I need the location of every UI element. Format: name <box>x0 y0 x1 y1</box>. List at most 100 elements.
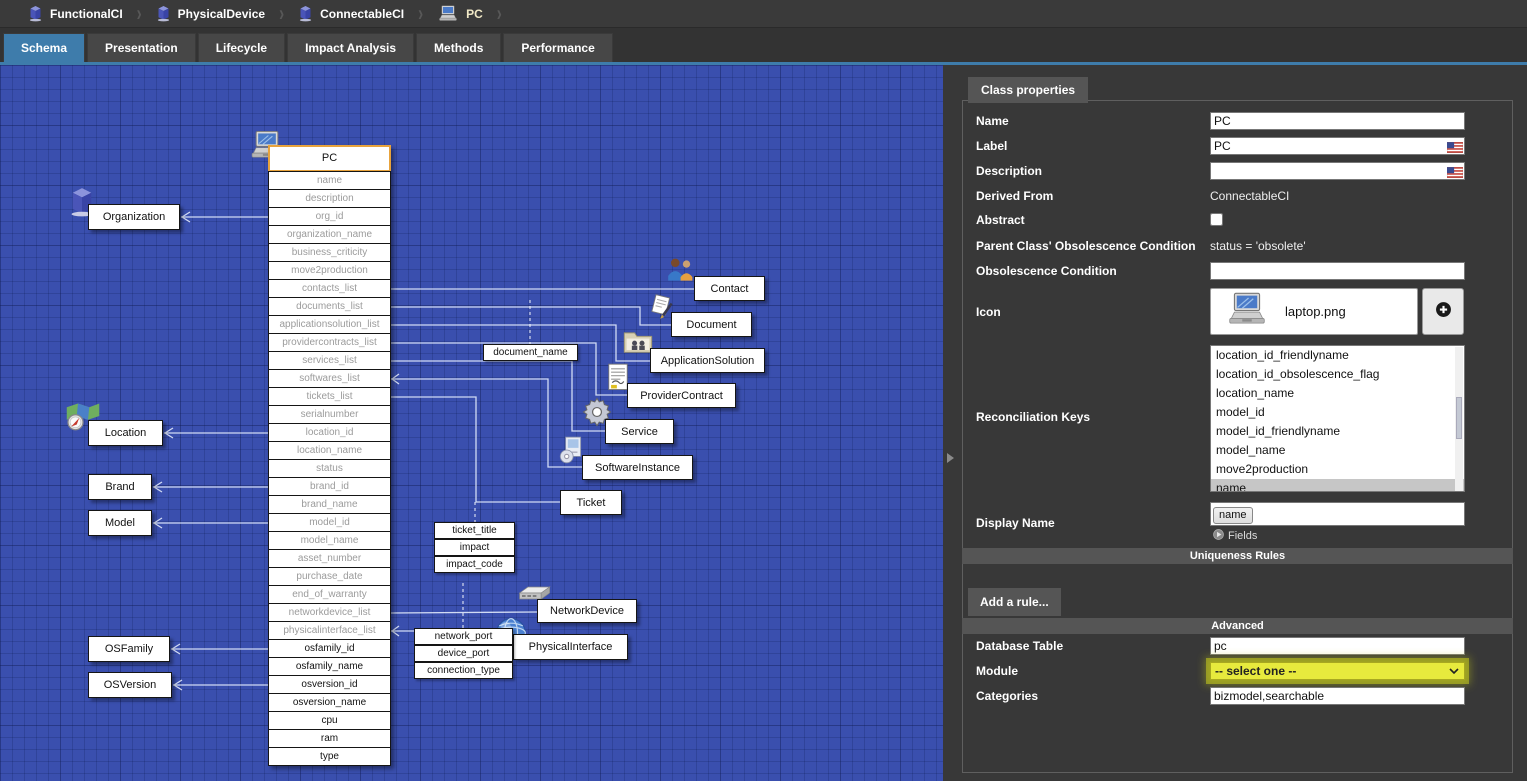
pc-attribute-row[interactable]: description <box>268 189 391 208</box>
database-table-input[interactable] <box>1210 637 1465 655</box>
tab-impact-analysis[interactable]: Impact Analysis <box>287 33 414 62</box>
pc-attribute-row[interactable]: org_id <box>268 207 391 226</box>
class-node-applicationsolution[interactable]: ApplicationSolution <box>650 348 765 373</box>
class-node-brand[interactable]: Brand <box>88 474 152 500</box>
class-node-osfamily[interactable]: OSFamily <box>88 636 170 662</box>
pc-attribute-row[interactable]: providercontracts_list <box>268 333 391 352</box>
icon-label: Icon <box>976 305 1001 319</box>
class-label: ProviderContract <box>640 390 723 402</box>
add-rule-button[interactable]: Add a rule... <box>968 588 1061 616</box>
pc-attribute-row[interactable]: osversion_id <box>268 675 391 694</box>
tab-methods[interactable]: Methods <box>416 33 501 62</box>
tab-performance[interactable]: Performance <box>503 33 612 62</box>
link-attribute-impact-code[interactable]: impact_code <box>434 556 515 573</box>
pc-attribute-row[interactable]: serialnumber <box>268 405 391 424</box>
pc-attribute-row[interactable]: osfamily_name <box>268 657 391 676</box>
link-attribute-document-name[interactable]: document_name <box>483 344 578 361</box>
pc-attribute-row[interactable]: status <box>268 459 391 478</box>
obsolescence-label: Obsolescence Condition <box>976 264 1117 278</box>
pc-attribute-row[interactable]: networkdevice_list <box>268 603 391 622</box>
class-node-service[interactable]: Service <box>605 419 674 444</box>
pc-attribute-row[interactable]: brand_name <box>268 495 391 514</box>
reconciliation-key-item[interactable]: location_id_friendlyname <box>1211 346 1464 365</box>
breadcrumb-item-functionalci[interactable]: FunctionalCI <box>28 5 123 22</box>
pc-attribute-row[interactable]: osfamily_id <box>268 639 391 658</box>
icon-add-button[interactable] <box>1422 288 1464 335</box>
class-label: NetworkDevice <box>550 605 624 617</box>
link-attribute-connection-type[interactable]: connection_type <box>414 662 513 679</box>
pc-attribute-row[interactable]: osversion_name <box>268 693 391 712</box>
class-node-model[interactable]: Model <box>88 510 152 536</box>
reconciliation-key-item[interactable]: model_name <box>1211 441 1464 460</box>
name-input[interactable] <box>1210 112 1465 130</box>
pc-class-title[interactable]: PC <box>268 145 391 172</box>
pc-attribute-row[interactable]: location_id <box>268 423 391 442</box>
breadcrumb-item-connectableci[interactable]: ConnectableCI <box>298 5 404 22</box>
reconciliation-key-item[interactable]: location_id_obsolescence_flag <box>1211 365 1464 384</box>
pc-attribute-row[interactable]: physicalinterface_list <box>268 621 391 640</box>
abstract-checkbox[interactable] <box>1210 213 1223 226</box>
class-node-location[interactable]: Location <box>88 420 163 446</box>
class-node-osversion[interactable]: OSVersion <box>88 672 172 698</box>
reconciliation-key-item[interactable]: model_id <box>1211 403 1464 422</box>
panel-splitter[interactable] <box>943 65 958 781</box>
class-node-networkdevice[interactable]: NetworkDevice <box>537 599 637 623</box>
class-node-providercontract[interactable]: ProviderContract <box>627 383 736 408</box>
reconciliation-key-item[interactable]: name <box>1211 479 1464 492</box>
label-input[interactable] <box>1210 137 1465 155</box>
pc-attribute-row[interactable]: end_of_warranty <box>268 585 391 604</box>
schema-canvas[interactable]: PC namedescriptionorg_idorganization_nam… <box>0 65 943 781</box>
pc-attribute-row[interactable]: name <box>268 171 391 190</box>
class-node-softwareinstance[interactable]: SoftwareInstance <box>582 455 693 480</box>
pc-attribute-row[interactable]: type <box>268 747 391 766</box>
pc-class-node[interactable]: PC namedescriptionorg_idorganization_nam… <box>268 145 391 766</box>
reconciliation-keys-list[interactable]: location_id_friendlynamelocation_id_obso… <box>1210 345 1465 492</box>
pc-attribute-row[interactable]: asset_number <box>268 549 391 568</box>
class-node-physicalinterface[interactable]: PhysicalInterface <box>513 634 628 660</box>
pc-attribute-row[interactable]: model_name <box>268 531 391 550</box>
pc-attribute-row[interactable]: tickets_list <box>268 387 391 406</box>
link-attribute-ticket-title[interactable]: ticket_title <box>434 522 515 539</box>
breadcrumb-item-physicaldevice[interactable]: PhysicalDevice <box>156 5 265 22</box>
pc-attribute-row[interactable]: location_name <box>268 441 391 460</box>
reconciliation-scrollbar[interactable] <box>1455 347 1463 492</box>
reconciliation-key-item[interactable]: location_name <box>1211 384 1464 403</box>
class-node-contact[interactable]: Contact <box>694 276 765 301</box>
pc-attribute-row[interactable]: applicationsolution_list <box>268 315 391 334</box>
pc-attribute-row[interactable]: contacts_list <box>268 279 391 298</box>
categories-input[interactable] <box>1210 687 1465 705</box>
pc-attribute-row[interactable]: organization_name <box>268 225 391 244</box>
module-select[interactable]: -- select one -- <box>1210 662 1465 680</box>
advanced-header: Advanced <box>962 618 1513 634</box>
tab-schema[interactable]: Schema <box>3 33 85 62</box>
class-properties-tab[interactable]: Class properties <box>968 77 1088 103</box>
pc-attribute-row[interactable]: services_list <box>268 351 391 370</box>
reconciliation-key-item[interactable]: model_id_friendlyname <box>1211 422 1464 441</box>
pc-attribute-row[interactable]: move2production <box>268 261 391 280</box>
pc-attribute-row[interactable]: documents_list <box>268 297 391 316</box>
class-node-organization[interactable]: Organization <box>88 204 180 230</box>
display-name-box[interactable]: name <box>1210 502 1465 526</box>
reconciliation-key-item[interactable]: move2production <box>1211 460 1464 479</box>
fields-disclosure[interactable]: Fields <box>1213 529 1257 543</box>
display-name-chip[interactable]: name <box>1213 507 1253 524</box>
tab-lifecycle[interactable]: Lifecycle <box>198 33 285 62</box>
pc-attribute-row[interactable]: purchase_date <box>268 567 391 586</box>
link-attribute-network-port[interactable]: network_port <box>414 628 513 645</box>
pc-attribute-row[interactable]: model_id <box>268 513 391 532</box>
pc-attribute-row[interactable]: business_criticity <box>268 243 391 262</box>
description-input[interactable] <box>1210 162 1465 180</box>
pc-attribute-row[interactable]: softwares_list <box>268 369 391 388</box>
tab-presentation[interactable]: Presentation <box>87 33 196 62</box>
obsolescence-input[interactable] <box>1210 262 1465 280</box>
pc-attribute-row[interactable]: cpu <box>268 711 391 730</box>
breadcrumb-item-pc[interactable]: PC <box>437 5 483 22</box>
link-attribute-impact[interactable]: impact <box>434 539 515 556</box>
pc-attribute-row[interactable]: brand_id <box>268 477 391 496</box>
reconciliation-scrollbar-thumb[interactable] <box>1456 397 1462 439</box>
link-attribute-device-port[interactable]: device_port <box>414 645 513 662</box>
pc-attribute-row[interactable]: ram <box>268 729 391 748</box>
icon-file-box[interactable]: laptop.png <box>1210 288 1418 335</box>
class-node-document[interactable]: Document <box>671 312 752 337</box>
class-node-ticket[interactable]: Ticket <box>560 490 622 515</box>
